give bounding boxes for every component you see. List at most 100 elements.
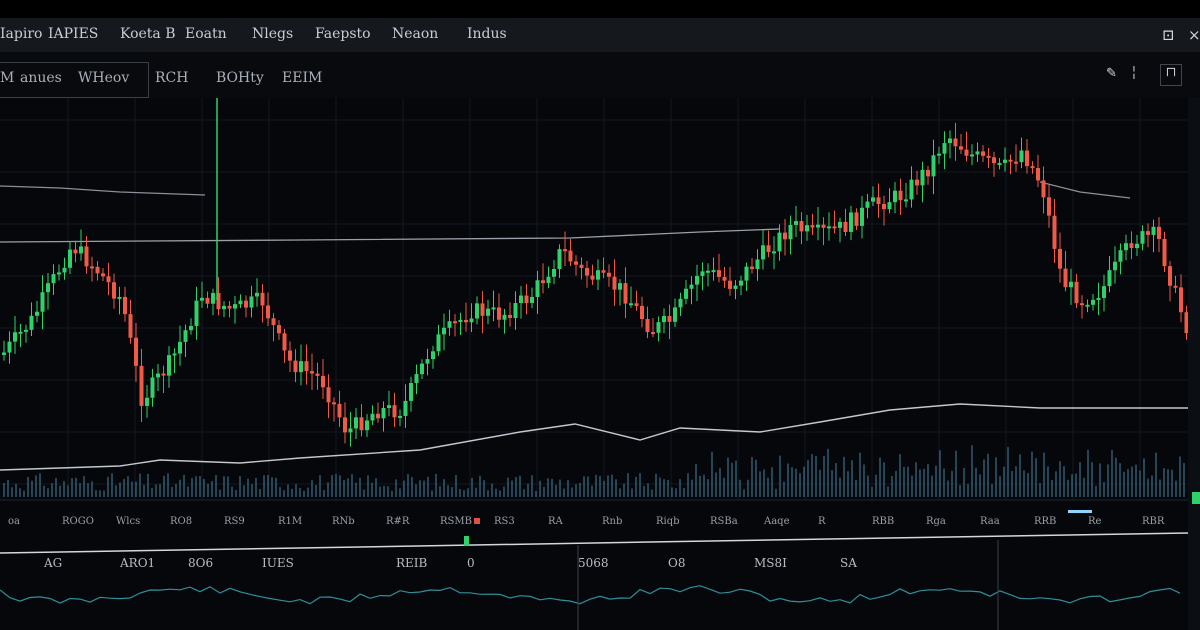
candle-body <box>711 270 716 273</box>
candle-body <box>513 303 518 318</box>
candle-body <box>788 224 793 240</box>
candle-body <box>667 316 672 322</box>
candle-body <box>871 197 875 202</box>
candle-body <box>1113 261 1117 271</box>
candle-body <box>271 318 276 326</box>
candle-body <box>403 400 408 416</box>
candle-body <box>420 363 424 375</box>
chart-grid <box>0 98 1188 500</box>
candle-body <box>51 274 56 284</box>
candle-body <box>491 307 496 310</box>
indicator-lines <box>0 181 1188 471</box>
candle-body <box>145 397 149 406</box>
lower-marker-green <box>464 536 469 546</box>
candle-body <box>1069 281 1073 288</box>
lower-panel-label: ARO1 <box>119 556 155 570</box>
time-axis-label: R#R <box>386 516 410 527</box>
candle-body <box>227 305 232 309</box>
candle-body <box>453 321 457 324</box>
candle-body <box>1036 168 1040 181</box>
candle-body <box>959 146 963 150</box>
lower-panel-label: SA <box>840 556 857 570</box>
time-axis-label: Rnb <box>602 516 622 527</box>
candle-body <box>57 272 61 275</box>
candle-body <box>805 225 809 232</box>
candle-body <box>1107 270 1112 287</box>
candle-body <box>35 311 39 316</box>
candle-body <box>975 151 980 155</box>
candle-body <box>1091 299 1095 305</box>
candle-body <box>1135 243 1139 249</box>
candle-body <box>574 261 578 265</box>
candle-body <box>205 297 210 304</box>
candle-body <box>552 268 556 277</box>
lower-panel-label: AG <box>43 556 62 570</box>
candle-body <box>365 420 369 431</box>
candle-body <box>502 314 507 320</box>
candle-body <box>893 190 897 203</box>
candle-body <box>673 307 677 322</box>
candle-body <box>1129 243 1134 249</box>
candle-body <box>618 283 622 290</box>
lower-panel-label: 0 <box>467 556 475 570</box>
candle-body <box>436 334 441 352</box>
candle-body <box>563 249 567 252</box>
price-chart[interactable]: oa ROGO Wlcs RO8 RS9 R1M RNb R#R RSMB RS3 RA Rnb Riq… <box>0 0 1200 630</box>
candle-body <box>233 304 237 309</box>
candle-body <box>194 300 199 326</box>
candle-body <box>865 201 870 208</box>
candle-body <box>601 270 606 273</box>
candle-body <box>337 403 342 418</box>
candle-body <box>172 353 177 356</box>
candle-body <box>458 319 463 323</box>
candle-body <box>909 179 914 200</box>
candle-body <box>1096 297 1101 300</box>
candle-body <box>761 245 765 260</box>
candle-body <box>816 224 820 228</box>
candle-body <box>717 270 721 277</box>
candle-body <box>739 280 743 286</box>
candle-body <box>183 330 188 342</box>
time-axis-label: oa <box>8 516 20 527</box>
candle-body <box>1151 226 1156 235</box>
candle-body <box>904 199 908 202</box>
candle-body <box>123 296 127 315</box>
candle-body <box>497 307 501 320</box>
candle-body <box>304 361 309 372</box>
candle-body <box>469 318 474 323</box>
candle-body <box>1074 281 1079 304</box>
marker-red <box>474 518 480 524</box>
marker-blue <box>1068 510 1092 513</box>
candle-body <box>354 417 358 429</box>
candle-body <box>117 296 122 299</box>
candle-body <box>706 270 710 273</box>
candle-body <box>326 387 331 403</box>
candle-body <box>937 153 941 156</box>
candle-body <box>783 232 787 240</box>
candle-body <box>1184 312 1189 334</box>
price-axis-strip <box>1188 98 1200 630</box>
candle-body <box>1041 180 1046 198</box>
candle-body <box>1003 159 1007 163</box>
indicator-line-upper <box>0 185 206 196</box>
candle-body <box>612 276 617 290</box>
candle-body <box>1162 238 1167 267</box>
time-axis-label: Wlcs <box>116 516 140 527</box>
candle-body <box>849 212 853 232</box>
candle-body <box>695 275 699 285</box>
candle-body <box>282 333 287 351</box>
candle-body <box>634 303 639 306</box>
candle-body <box>953 138 958 147</box>
candle-body <box>348 428 353 433</box>
candle-body <box>1118 250 1123 262</box>
last-price-marker <box>1192 492 1200 504</box>
time-axis-label: RSBa <box>710 516 738 527</box>
candle-body <box>200 297 204 301</box>
candle-body <box>90 266 94 269</box>
candle-body <box>882 203 886 210</box>
candle-body <box>1047 197 1051 216</box>
candle-body <box>766 245 771 253</box>
time-axis-label: RNb <box>332 516 355 527</box>
candle-body <box>310 371 314 374</box>
candle-body <box>821 224 826 228</box>
